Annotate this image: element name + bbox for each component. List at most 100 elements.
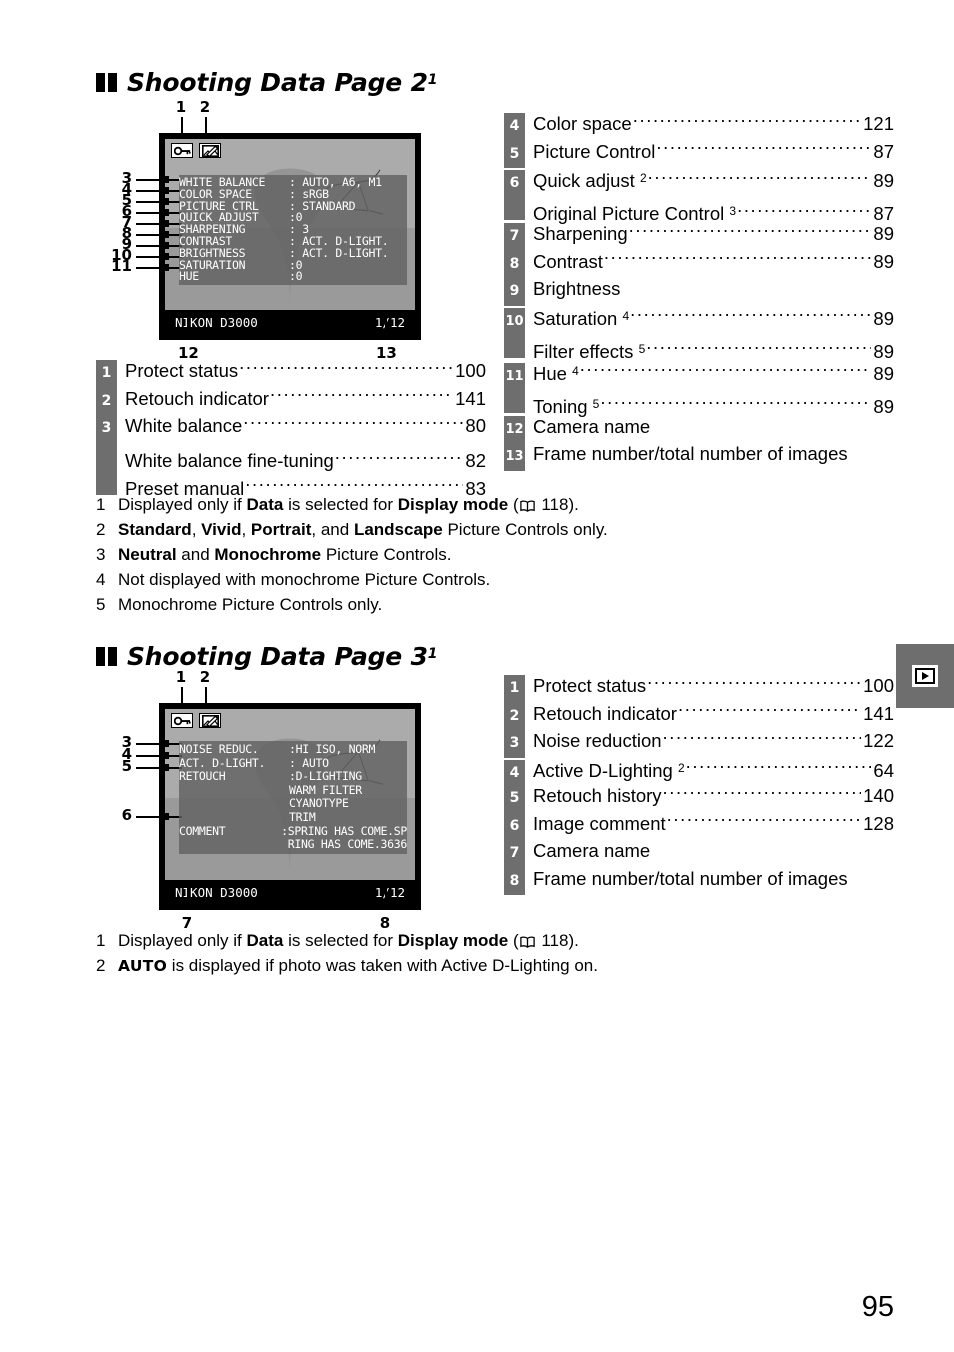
protect-key-icon <box>171 143 193 158</box>
book-icon <box>519 495 537 514</box>
callout-tick <box>160 242 169 249</box>
footnote-number: 2 <box>96 520 106 539</box>
data-row-label: RETOUCH <box>179 769 226 784</box>
list-item-label: Protect status <box>125 360 239 381</box>
frame-number-value: 1/12 <box>374 884 405 900</box>
list-item: 6Quick adjust 289 <box>504 165 894 198</box>
footnote-text: Not displayed with monochrome Picture Co… <box>118 570 491 589</box>
footnote-number: 4 <box>96 570 106 589</box>
list-item-footnote-marker: 2 <box>639 171 647 185</box>
callout-tick <box>160 264 169 271</box>
list-item-page-number: 89 <box>873 170 894 191</box>
list-item: 8 Contrast 89 <box>504 248 894 278</box>
camera-monitor: WHITE BALANCE: AUTO, A6, M1 COLOR SPACE: … <box>159 133 421 340</box>
data-row-label <box>179 811 289 825</box>
section-heading-shooting-data-page-2: Shooting Data Page 21 <box>96 66 438 97</box>
list-item-page-number: 128 <box>863 812 894 834</box>
leader-dots <box>656 139 871 158</box>
list-item-label: Protect status <box>533 675 647 696</box>
footnote-bold: Vivid <box>201 520 242 539</box>
leader-dots <box>335 449 464 468</box>
leader-dots <box>270 386 453 405</box>
list-item-page-number: 140 <box>863 785 894 806</box>
footnotes-page3: 1 Displayed only if Data is selected for … <box>96 928 796 979</box>
list-item-page-number: 89 <box>873 250 894 272</box>
callout-tick <box>160 740 169 747</box>
heading-marker-icon-2 <box>96 640 120 669</box>
list-item-label: Color space <box>533 113 632 134</box>
list-badge-5: 5 <box>504 140 525 168</box>
list-item: 3 Noise reduction 122 <box>504 727 894 758</box>
footnote-number: 2 <box>96 956 106 975</box>
footnote-bold: Data <box>246 931 284 950</box>
monitor-info-bar: NIKON D3000 1/12 <box>165 880 415 904</box>
footnote-bold: Display mode <box>397 931 509 950</box>
list-item: 1 Protect status 100 <box>504 672 894 703</box>
list-item-footnote-marker: 3 <box>729 204 737 218</box>
list-badge-7: 7 <box>504 840 525 868</box>
footnote-bold: Neutral <box>118 545 177 564</box>
footnote: 5 Monochrome Picture Controls only. <box>96 592 796 617</box>
data-row-value: : AUTO <box>289 755 329 770</box>
footnote-bold: Display mode <box>397 495 509 514</box>
list-badge-1: 1 <box>504 675 525 703</box>
callout-leader-horizontal <box>136 234 182 236</box>
list-badge-3: 3 <box>96 415 117 443</box>
list-item: 11Hue 489 <box>504 358 894 390</box>
leader-dots <box>580 361 872 380</box>
leader-dots <box>243 414 463 433</box>
callout-tick <box>160 752 169 759</box>
list-badge-continuation <box>96 439 117 467</box>
list-item: 12 Camera name <box>504 413 894 443</box>
callout-leader-vertical <box>385 888 387 906</box>
callout-leader-horizontal <box>136 201 182 203</box>
data-row-label: NOISE REDUC. <box>179 742 259 756</box>
side-tab-playback[interactable] <box>896 644 954 708</box>
frame-number-value: 1/12 <box>374 314 405 330</box>
callout-tick <box>160 209 169 216</box>
list-item-page-number: 122 <box>863 730 894 751</box>
footnote-mono: AUTO <box>118 957 168 975</box>
list-item: Toning 589 <box>504 385 894 417</box>
list-badge-continuation <box>504 385 525 413</box>
data-row-label <box>179 797 289 811</box>
list-item: 7 Sharpening 89 <box>504 220 894 251</box>
list-item-label: Retouch indicator <box>125 387 269 409</box>
list-badge-2: 2 <box>96 387 117 415</box>
monitor-status-icons <box>171 143 221 158</box>
monitor-info-bar: NIKON D3000 1/12 <box>165 310 415 334</box>
list-item-label: Quick adjust 2 <box>533 170 647 191</box>
list-item-page-number: 141 <box>455 387 486 409</box>
data-row-value: :0 <box>289 269 303 284</box>
list-item: 4 Color space 121 <box>504 110 894 141</box>
list-item: 6 Image comment 128 <box>504 810 894 840</box>
list-item-label: Camera name <box>533 415 651 437</box>
callout-tick <box>160 813 169 820</box>
callout-number-11: 11 <box>111 257 132 275</box>
section-heading-shooting-data-page-3: Shooting Data Page 31 <box>96 640 438 671</box>
list-badge-5: 5 <box>504 785 525 813</box>
callout-leader-horizontal <box>136 223 182 225</box>
footnote-text: Monochrome Picture Controls only. <box>118 595 383 614</box>
footnote: 1 Displayed only if Data is selected for … <box>96 492 796 517</box>
list-item: 5 Picture Control 87 <box>504 138 894 168</box>
list-item-label: Noise reduction <box>533 730 662 751</box>
data-row: WARM FILTER <box>179 783 407 798</box>
data-row: NOISE REDUC.:HI ISO, NORM <box>179 742 407 757</box>
callout-leader-horizontal <box>136 267 182 269</box>
data-row: ACT. D-LIGHT.: AUTO <box>179 755 407 771</box>
list-item-page-number: 87 <box>873 140 894 162</box>
callout-number-5: 5 <box>121 757 132 775</box>
monitor-screen: NOISE REDUC.:HI ISO, NORM ACT. D-LIGHT.: … <box>165 709 415 904</box>
footnote: 1 Displayed only if Data is selected for … <box>96 928 796 953</box>
callout-leader-vertical <box>187 318 189 336</box>
heading-marker-icon <box>96 66 120 95</box>
footnote-bold: Landscape <box>353 520 443 539</box>
data-row-value: :SPRING HAS COME.SP <box>281 823 407 838</box>
list-item-label: Frame number/total number of images <box>533 867 848 889</box>
leader-dots <box>629 222 872 241</box>
footnote: 2 Standard, Vivid, Portrait, and Landscap… <box>96 517 796 542</box>
leader-dots <box>630 306 871 325</box>
data-row: CYANOTYPE <box>179 797 407 811</box>
footnote-text: Displayed only if Data is selected for D… <box>118 931 579 950</box>
